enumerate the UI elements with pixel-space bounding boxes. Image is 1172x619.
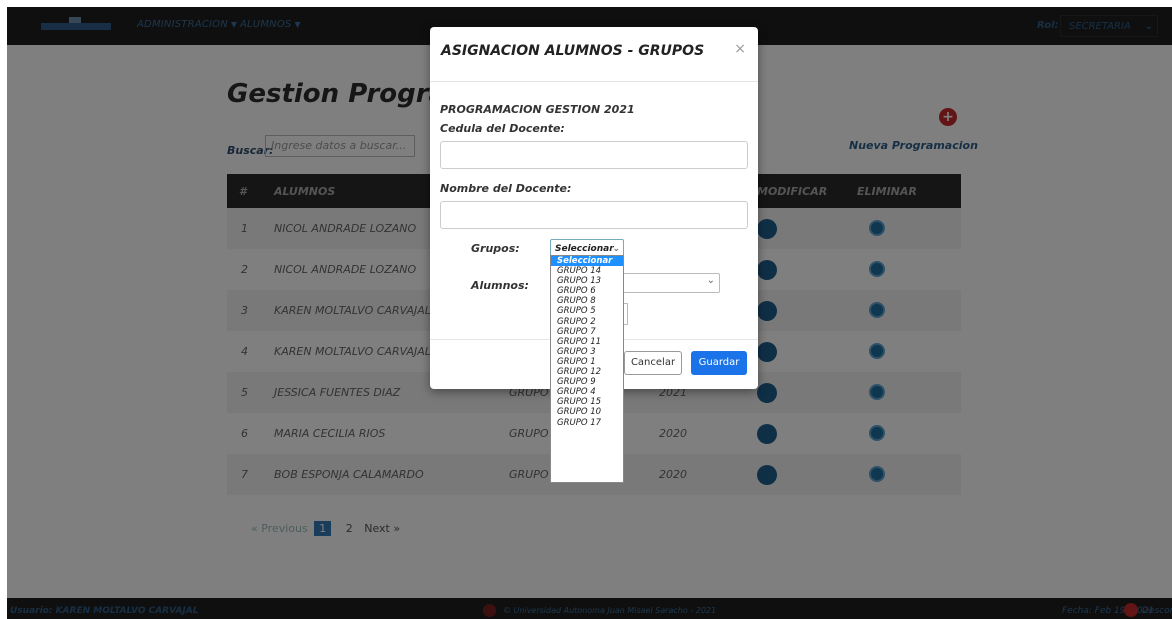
grupos-option[interactable]: GRUPO 5 <box>551 306 623 316</box>
chevron-down-icon: ⌄ <box>706 275 715 286</box>
cedula-input[interactable] <box>440 141 748 169</box>
cancel-button[interactable]: Cancelar <box>624 351 682 375</box>
save-button[interactable]: Guardar <box>691 351 747 375</box>
grupos-option[interactable]: GRUPO 13 <box>551 276 623 286</box>
modal-header-divider <box>430 81 758 82</box>
modal-title: ASIGNACION ALUMNOS - GRUPOS <box>441 43 705 59</box>
grupos-dropdown-list: Seleccionar GRUPO 14 GRUPO 13 GRUPO 6 GRUPO … <box>550 255 624 483</box>
grupos-option[interactable]: GRUPO 3 <box>551 347 623 357</box>
grupos-option[interactable]: GRUPO 17 <box>551 418 623 428</box>
grupos-option[interactable]: GRUPO 10 <box>551 407 623 417</box>
cedula-label: Cedula del Docente: <box>440 122 565 135</box>
grupos-option[interactable]: GRUPO 12 <box>551 367 623 377</box>
close-icon[interactable]: × <box>734 41 746 57</box>
grupos-option[interactable]: GRUPO 9 <box>551 377 623 387</box>
grupos-option[interactable]: GRUPO 14 <box>551 266 623 276</box>
modal-subtitle: PROGRAMACION GESTION 2021 <box>440 103 635 116</box>
grupos-option[interactable]: GRUPO 15 <box>551 397 623 407</box>
grupos-option[interactable]: GRUPO 1 <box>551 357 623 367</box>
nombre-label: Nombre del Docente: <box>440 182 572 195</box>
alumnos-label: Alumnos: <box>471 279 529 292</box>
grupos-label: Grupos: <box>471 242 520 255</box>
app-frame: ADMINISTRACION▼ ALUMNOS▼ Rol: SECRETARIA… <box>7 7 1172 619</box>
grupos-option[interactable]: GRUPO 8 <box>551 296 623 306</box>
grupos-option[interactable]: GRUPO 11 <box>551 337 623 347</box>
grupos-option[interactable]: Seleccionar <box>551 256 623 267</box>
grupos-option[interactable]: GRUPO 6 <box>551 286 623 296</box>
grupos-option[interactable]: GRUPO 2 <box>551 317 623 327</box>
grupos-option[interactable]: GRUPO 7 <box>551 327 623 337</box>
nombre-input[interactable] <box>440 201 748 229</box>
grupos-option[interactable]: GRUPO 4 <box>551 387 623 397</box>
